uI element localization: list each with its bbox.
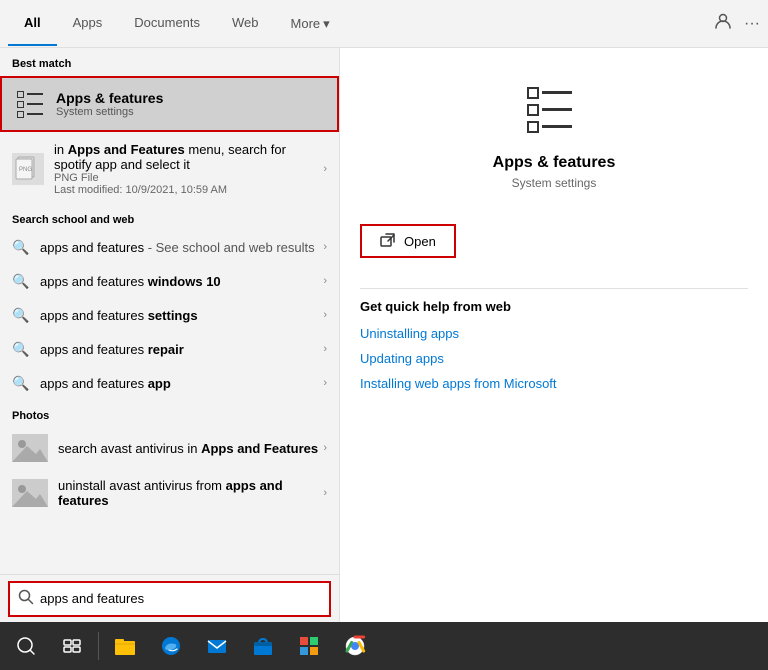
nav-icons: ··· [714, 12, 760, 35]
best-match-text: Apps & features System settings [56, 90, 163, 118]
quick-help-title: Get quick help from web [360, 299, 748, 314]
photos-label: Photos [0, 400, 339, 426]
tab-apps[interactable]: Apps [57, 1, 119, 46]
web-item-text-0: apps and features - See school and web r… [40, 240, 319, 255]
app-icon-large [522, 78, 586, 142]
photo-item-text-0: search avast antivirus in Apps and Featu… [58, 441, 319, 456]
chevron-down-icon: ▾ [323, 16, 330, 32]
divider [360, 288, 748, 289]
photo-item-0[interactable]: search avast antivirus in Apps and Featu… [0, 426, 339, 470]
web-item-text-1: apps and features windows 10 [40, 274, 319, 289]
best-match-item[interactable]: Apps & features System settings [0, 76, 339, 132]
file-thumbnail: PNG [12, 153, 44, 185]
search-input-icon [18, 589, 34, 608]
left-panel: Best match [0, 48, 340, 622]
main-content: Best match [0, 48, 768, 622]
web-link-2[interactable]: Installing web apps from Microsoft [360, 376, 748, 391]
file-result-date: Last modified: 10/9/2021, 10:59 AM [54, 184, 319, 196]
search-icon-4: 🔍 [12, 374, 30, 392]
svg-text:PNG: PNG [19, 167, 32, 173]
photo-thumb-0 [12, 434, 48, 462]
taskbar-tiles[interactable] [287, 624, 331, 668]
best-match-label: Best match [0, 48, 339, 74]
taskbar-mail[interactable] [195, 624, 239, 668]
tab-all[interactable]: All [8, 1, 57, 46]
app-subtitle: System settings [512, 176, 597, 190]
app-title: Apps & features [493, 154, 616, 172]
open-label: Open [404, 234, 436, 249]
chevron-right-icon: › [323, 163, 327, 175]
right-panel: Apps & features System settings Open Get… [340, 48, 768, 622]
chevron-right-icon-photo-0: › [323, 442, 327, 454]
taskbar-task-view-btn[interactable] [50, 624, 94, 668]
apps-features-icon [14, 88, 46, 120]
file-result-info: in Apps and Features menu, search for sp… [54, 142, 319, 196]
taskbar-separator [98, 632, 99, 660]
chevron-right-icon-2: › [323, 309, 327, 321]
photo-item-text-1: uninstall avast antivirus from apps and … [58, 478, 319, 508]
chevron-right-icon-photo-1: › [323, 487, 327, 499]
search-icon-2: 🔍 [12, 306, 30, 324]
web-link-0[interactable]: Uninstalling apps [360, 326, 748, 341]
best-match-subtitle: System settings [56, 106, 163, 118]
user-icon[interactable] [714, 12, 732, 35]
top-navigation: All Apps Documents Web More ▾ ··· [0, 0, 768, 48]
web-link-1[interactable]: Updating apps [360, 351, 748, 366]
web-item-2[interactable]: 🔍 apps and features settings › [0, 298, 339, 332]
open-icon [380, 233, 396, 249]
chevron-right-icon-4: › [323, 377, 327, 389]
file-result-main: in Apps and Features menu, search for sp… [54, 142, 319, 172]
web-item-0[interactable]: 🔍 apps and features - See school and web… [0, 230, 339, 264]
tab-more[interactable]: More ▾ [275, 1, 346, 46]
best-match-title: Apps & features [56, 90, 163, 106]
web-item-text-3: apps and features repair [40, 342, 319, 357]
search-box-container [0, 574, 339, 622]
open-button[interactable]: Open [360, 224, 456, 258]
search-icon-0: 🔍 [12, 238, 30, 256]
file-result-type: PNG File [54, 172, 319, 184]
chevron-right-icon-0: › [323, 241, 327, 253]
chevron-right-icon-3: › [323, 343, 327, 355]
taskbar-store[interactable] [241, 624, 285, 668]
taskbar-chrome[interactable] [333, 624, 377, 668]
photo-item-1[interactable]: uninstall avast antivirus from apps and … [0, 470, 339, 516]
more-options-icon[interactable]: ··· [744, 15, 760, 33]
web-item-3[interactable]: 🔍 apps and features repair › [0, 332, 339, 366]
search-input[interactable] [40, 591, 321, 606]
tab-web[interactable]: Web [216, 1, 275, 46]
app-info: Apps & features System settings [360, 78, 748, 190]
web-item-1[interactable]: 🔍 apps and features windows 10 › [0, 264, 339, 298]
school-web-label: Search school and web [0, 204, 339, 230]
nav-tabs: All Apps Documents Web More ▾ [8, 1, 714, 46]
chevron-right-icon-1: › [323, 275, 327, 287]
web-item-text-4: apps and features app [40, 376, 319, 391]
photo-thumb-1 [12, 479, 48, 507]
search-icon-3: 🔍 [12, 340, 30, 358]
search-box-wrapper [8, 581, 331, 617]
taskbar [0, 622, 768, 670]
taskbar-edge[interactable] [149, 624, 193, 668]
tab-documents[interactable]: Documents [118, 1, 216, 46]
file-result-item[interactable]: PNG in Apps and Features menu, search fo… [0, 134, 339, 204]
web-item-text-2: apps and features settings [40, 308, 319, 323]
web-item-4[interactable]: 🔍 apps and features app › [0, 366, 339, 400]
search-icon-1: 🔍 [12, 272, 30, 290]
taskbar-file-explorer[interactable] [103, 624, 147, 668]
taskbar-search-btn[interactable] [4, 624, 48, 668]
